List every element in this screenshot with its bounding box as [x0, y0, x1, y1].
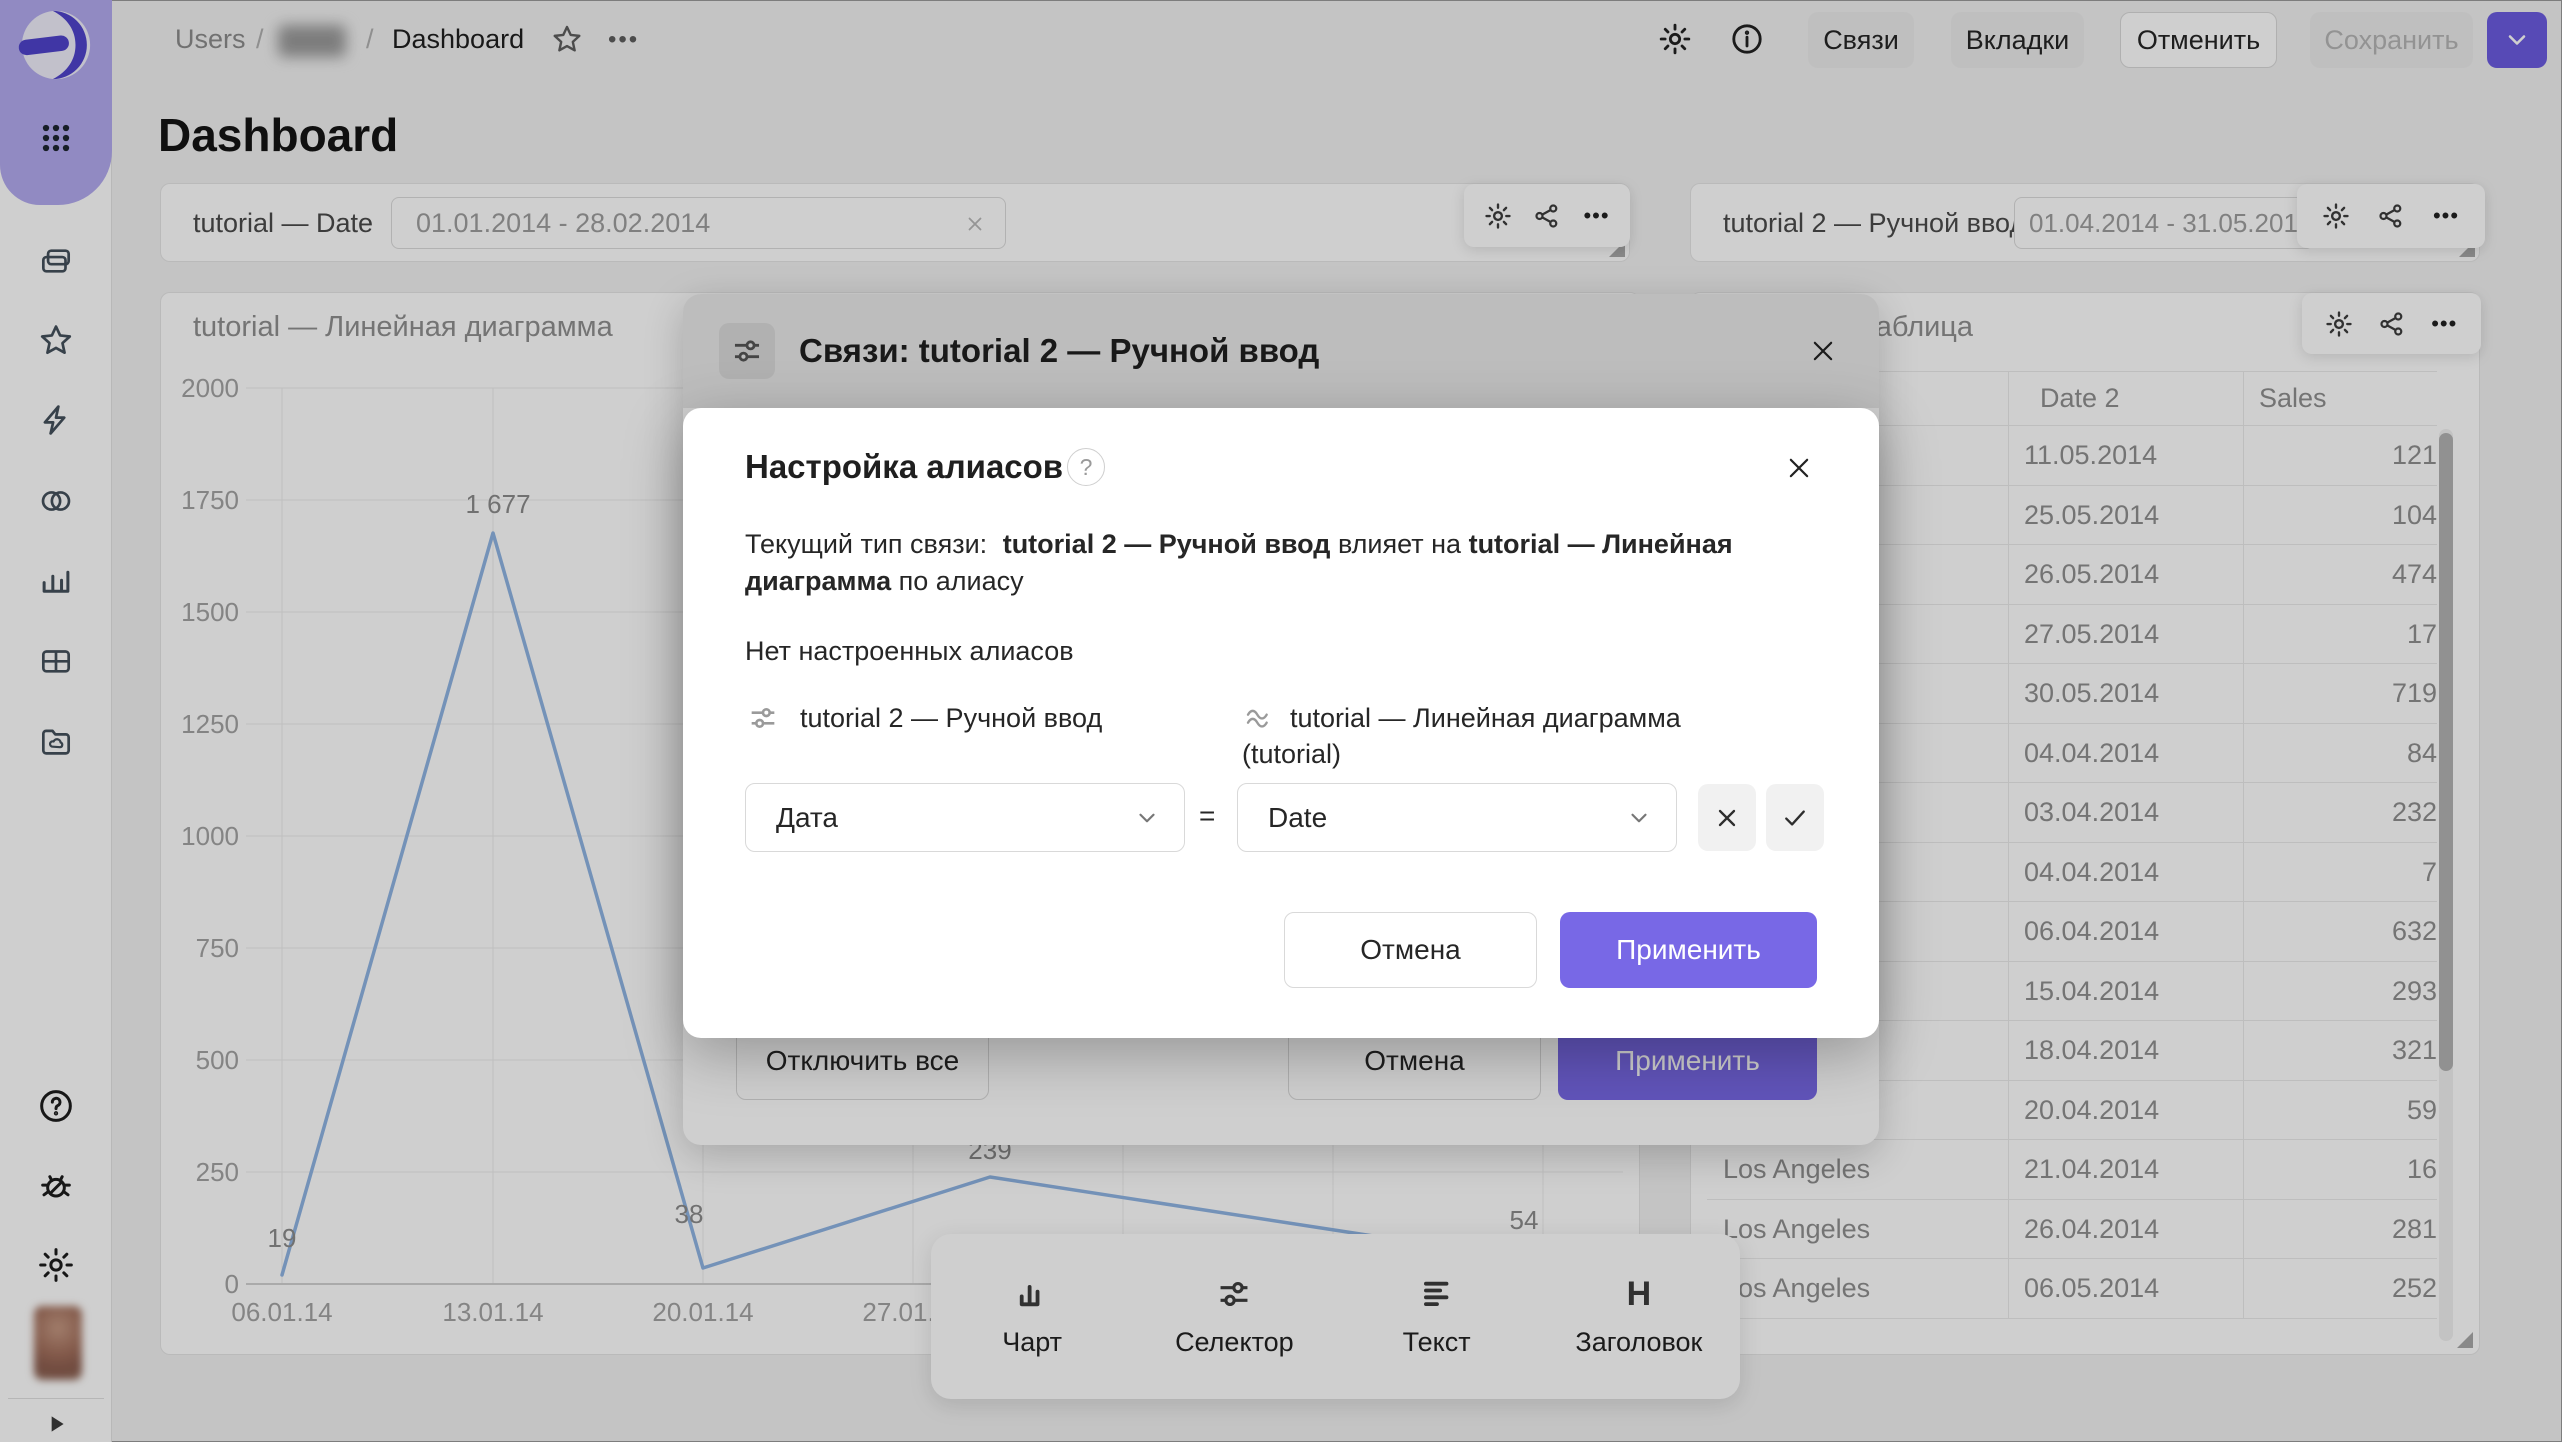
equals-sign: = — [1199, 800, 1215, 832]
no-aliases-text: Нет настроенных алиасов — [745, 636, 1074, 667]
close-icon[interactable] — [1783, 452, 1815, 484]
chevron-down-icon — [1134, 805, 1160, 831]
alias-left-entity: tutorial 2 — Ручной ввод — [745, 700, 1185, 736]
select-value: Дата — [776, 802, 838, 834]
close-icon — [1713, 804, 1741, 832]
modal-title: Настройка алиасов — [745, 448, 1063, 486]
select-value: Date — [1268, 802, 1327, 834]
alias-settings-modal: Настройка алиасов ? Текущий тип связи: t… — [683, 408, 1879, 1038]
alias-field-select-left[interactable]: Дата — [745, 783, 1185, 852]
help-circle-icon[interactable]: ? — [1067, 448, 1105, 486]
alias-right-entity-label: tutorial — Линейная диаграмма (tutorial) — [1290, 700, 1681, 772]
alias-right-entity-name: tutorial — Линейная диаграмма — [1290, 703, 1681, 733]
alias-right-entity: tutorial — Линейная диаграмма (tutorial) — [1242, 700, 1802, 772]
alias-remove-button[interactable] — [1698, 784, 1756, 851]
modal-apply-button[interactable]: Применить — [1560, 912, 1817, 988]
alias-left-entity-label: tutorial 2 — Ручной ввод — [800, 700, 1102, 736]
alias-field-select-right[interactable]: Date — [1237, 783, 1677, 852]
alias-right-entity-sub: (tutorial) — [1242, 739, 1341, 769]
alias-confirm-button[interactable] — [1766, 784, 1824, 851]
modal-cancel-button[interactable]: Отмена — [1284, 912, 1537, 988]
line-chart-icon — [1242, 700, 1278, 736]
relation-middle: влияет на — [1338, 529, 1461, 559]
relation-suffix: по алиасу — [899, 566, 1024, 596]
help-glyph: ? — [1080, 454, 1093, 481]
relation-source: tutorial 2 — Ручной ввод — [1003, 529, 1331, 559]
relation-prefix: Текущий тип связи: — [745, 529, 987, 559]
chevron-down-icon — [1626, 805, 1652, 831]
check-icon — [1781, 804, 1809, 832]
selector-icon — [745, 700, 781, 736]
relation-description: Текущий тип связи: tutorial 2 — Ручной в… — [745, 526, 1835, 600]
datalens-dashboard-app: Users / / Dashboard ••• Связи Вкладки От… — [0, 0, 2562, 1442]
